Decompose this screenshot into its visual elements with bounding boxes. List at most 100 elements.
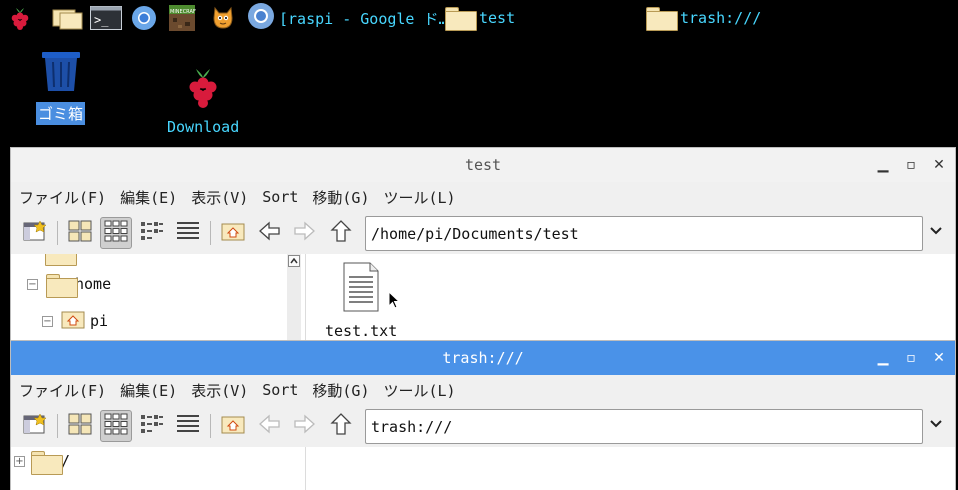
folder-icon — [646, 7, 678, 31]
up-arrow-icon — [330, 219, 352, 247]
back-arrow-icon — [257, 221, 281, 245]
back-button[interactable] — [253, 217, 285, 249]
menu-sort[interactable]: Sort — [262, 381, 298, 399]
compact-view-button[interactable] — [136, 410, 168, 442]
taskbar-task-test[interactable]: test — [445, 4, 515, 32]
tree-item-label: pi — [90, 312, 109, 330]
thumbnail-view-icon — [104, 220, 128, 246]
tree-item-label: home — [75, 275, 112, 293]
forward-arrow-icon — [293, 221, 317, 245]
scroll-up-icon[interactable] — [288, 255, 300, 267]
menu-go[interactable]: 移動(G) — [312, 187, 369, 208]
icon-view-icon — [68, 413, 92, 439]
file-manager-icon[interactable] — [52, 4, 84, 32]
address-bar[interactable]: /home/pi/Documents/test — [365, 216, 923, 251]
menu-bar: ファイル(F) 編集(E) 表示(V) Sort 移動(G) ツール(L) — [11, 375, 955, 405]
detailed-list-view-button[interactable] — [172, 217, 204, 249]
expand-icon[interactable]: + — [14, 455, 25, 467]
up-button[interactable] — [325, 410, 357, 442]
list-view-icon — [176, 220, 200, 246]
maximize-icon[interactable]: ▫ — [903, 157, 919, 173]
icon-view-icon — [68, 220, 92, 246]
window-title: trash:/// — [442, 349, 524, 367]
tree-item-partial[interactable] — [45, 254, 77, 266]
file-item[interactable]: test.txt — [325, 262, 397, 340]
text-file-icon — [341, 262, 381, 316]
desktop-download-label: Download — [167, 118, 240, 136]
folder-icon — [45, 254, 77, 266]
minecraft-icon[interactable]: MINECRAFT — [168, 4, 196, 32]
forward-button[interactable] — [289, 410, 321, 442]
minimize-icon[interactable]: ▁ — [875, 157, 891, 173]
icon-view-button[interactable] — [64, 410, 96, 442]
new-window-button[interactable] — [19, 217, 51, 249]
chevron-down-icon[interactable] — [927, 415, 945, 433]
raspberry-menu-icon[interactable] — [6, 4, 34, 32]
menu-edit[interactable]: 編集(E) — [120, 380, 177, 401]
compact-view-button[interactable] — [136, 217, 168, 249]
svg-text:>_: >_ — [94, 13, 109, 27]
minimize-icon[interactable]: ▁ — [875, 350, 891, 366]
terminal-icon[interactable]: >_ — [89, 4, 123, 32]
title-bar[interactable]: test ▁ ▫ ✕ — [11, 148, 955, 182]
thumbnail-view-button[interactable] — [100, 217, 132, 249]
forward-button[interactable] — [289, 217, 321, 249]
menu-sort[interactable]: Sort — [262, 188, 298, 206]
menu-file[interactable]: ファイル(F) — [19, 380, 106, 401]
close-icon[interactable]: ✕ — [931, 350, 947, 366]
address-bar[interactable]: trash:/// — [365, 409, 923, 444]
menu-file[interactable]: ファイル(F) — [19, 187, 106, 208]
new-window-button[interactable] — [19, 410, 51, 442]
menu-view[interactable]: 表示(V) — [191, 380, 248, 401]
up-arrow-icon — [330, 412, 352, 440]
taskbar-task-trash[interactable]: trash:/// — [646, 4, 761, 32]
side-pane: + / — [11, 447, 306, 490]
toolbar-separator — [210, 221, 211, 245]
home-folder-icon — [221, 414, 245, 438]
menu-tools[interactable]: ツール(L) — [384, 187, 456, 208]
title-bar[interactable]: trash:/// ▁ ▫ ✕ — [11, 341, 955, 375]
tree-item-root[interactable]: + / — [14, 451, 70, 475]
detailed-list-view-button[interactable] — [172, 410, 204, 442]
new-window-icon — [23, 413, 47, 439]
folder-icon — [31, 451, 63, 475]
desktop-trash[interactable]: ゴミ箱 — [36, 50, 86, 125]
menu-tools[interactable]: ツール(L) — [384, 380, 456, 401]
thumbnail-view-button[interactable] — [100, 410, 132, 442]
list-view-icon — [176, 413, 200, 439]
menu-view[interactable]: 表示(V) — [191, 187, 248, 208]
taskbar-task-label: test — [479, 9, 516, 27]
collapse-icon[interactable]: − — [27, 278, 38, 290]
toolbar: /home/pi/Documents/test — [11, 212, 955, 254]
close-icon[interactable]: ✕ — [931, 157, 947, 173]
icon-view-button[interactable] — [64, 217, 96, 249]
chevron-down-icon[interactable] — [927, 222, 945, 240]
taskbar-task-browser[interactable]: [raspi - Google ド… — [247, 2, 448, 34]
home-folder-icon — [221, 221, 245, 245]
thumbnail-view-icon — [104, 413, 128, 439]
trash-can-icon — [39, 50, 83, 96]
content-area: + / — [11, 447, 955, 490]
forward-arrow-icon — [293, 414, 317, 438]
chromium-icon[interactable] — [130, 4, 158, 32]
chromium-icon — [247, 2, 275, 34]
file-name: test.txt — [325, 322, 398, 340]
menu-edit[interactable]: 編集(E) — [120, 187, 177, 208]
compact-view-icon — [140, 220, 164, 246]
scratch-icon[interactable] — [209, 4, 237, 32]
desktop-download[interactable]: Download — [165, 66, 241, 137]
maximize-icon[interactable]: ▫ — [903, 350, 919, 366]
tree-item-home[interactable]: − home — [27, 274, 112, 298]
file-manager-window-trash: trash:/// ▁ ▫ ✕ ファイル(F) 編集(E) 表示(V) Sort… — [10, 340, 956, 490]
back-button[interactable] — [253, 410, 285, 442]
toolbar-separator — [210, 414, 211, 438]
new-window-icon — [23, 220, 47, 246]
raspberry-icon — [184, 66, 222, 114]
tree-item-pi[interactable]: − pi — [42, 309, 108, 333]
up-button[interactable] — [325, 217, 357, 249]
collapse-icon[interactable]: − — [42, 315, 53, 327]
back-arrow-icon — [257, 414, 281, 438]
menu-go[interactable]: 移動(G) — [312, 380, 369, 401]
home-button[interactable] — [217, 217, 249, 249]
home-button[interactable] — [217, 410, 249, 442]
